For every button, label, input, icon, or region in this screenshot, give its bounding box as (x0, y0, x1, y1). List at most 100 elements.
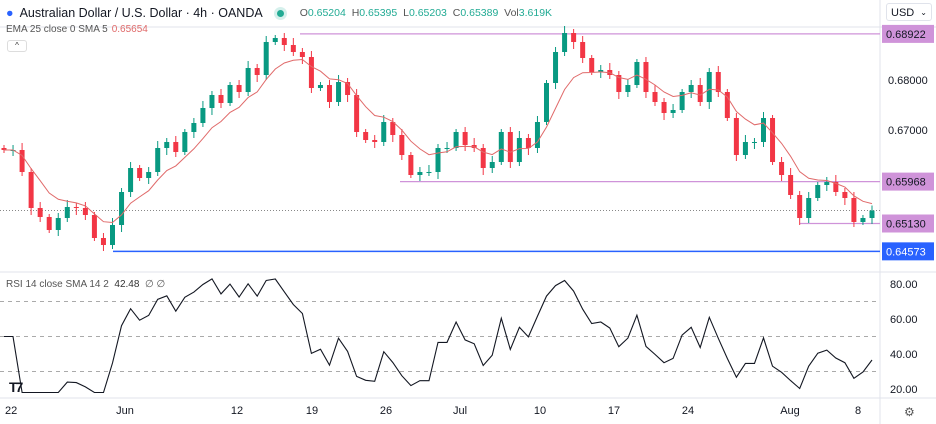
candle-body (299, 52, 305, 57)
candle-body (634, 62, 640, 85)
candle-body (19, 150, 25, 172)
candle-body (417, 172, 423, 175)
candle-body (73, 207, 79, 208)
candle-body (354, 95, 360, 132)
candle-body (553, 52, 559, 83)
candle-body (562, 33, 568, 52)
candle-body (715, 72, 721, 92)
candle-body (489, 162, 495, 168)
candle-body (851, 198, 857, 222)
rsi-tick-label: 60.00 (890, 314, 918, 326)
candle-body (797, 195, 803, 218)
candle-body (661, 102, 667, 113)
candle-body (236, 85, 242, 92)
candle-body (182, 132, 188, 152)
price-level-label: 0.65130 (886, 219, 926, 231)
ohlc-readout: O0.65204 H0.65395 L0.65203 C0.65389 Vol3… (299, 7, 553, 19)
candle-body (137, 168, 143, 178)
candle-body (444, 148, 450, 149)
candle-body (218, 95, 224, 103)
candle-body (544, 83, 549, 122)
candle-body (788, 175, 794, 195)
tradingview-logo[interactable]: T7 (9, 379, 23, 395)
rsi-tick-label: 20.00 (890, 384, 918, 396)
candle-body (64, 207, 70, 218)
candle-body (779, 162, 785, 175)
candle-body (28, 172, 34, 208)
candle-body (110, 225, 115, 245)
candle-body (453, 132, 459, 148)
time-tick-label: 22 (5, 405, 17, 417)
chart-header: ● Australian Dollar / U.S. Dollar · 4h ·… (6, 6, 552, 20)
rsi-tick-label: 40.00 (890, 349, 918, 361)
candle-body (507, 132, 513, 162)
price-level-label: 0.64573 (886, 246, 926, 258)
symbol-title[interactable]: Australian Dollar / U.S. Dollar · 4h · O… (20, 6, 263, 20)
candle-body (860, 218, 866, 222)
candle-body (91, 215, 97, 238)
candle-body (770, 118, 776, 162)
candle-body (824, 182, 830, 185)
time-tick-label: 24 (682, 405, 694, 417)
candle-body (742, 142, 748, 155)
price-level-label: 0.68922 (886, 29, 926, 41)
candle-body (254, 68, 260, 75)
market-open-icon (276, 9, 284, 17)
time-tick-label: Jul (453, 405, 467, 417)
candle-body (462, 132, 468, 145)
candle-body (191, 123, 197, 132)
time-tick-label: Aug (780, 405, 800, 417)
aud-usd-flag-icon: ● (6, 6, 14, 20)
candle-body (408, 155, 414, 175)
candle-body (245, 68, 251, 92)
time-tick-label: Jun (116, 405, 134, 417)
rsi-line (4, 278, 873, 394)
candle-body (281, 38, 287, 45)
price-tick-label: 0.68000 (888, 75, 928, 87)
candle-body (372, 140, 378, 142)
price-chart[interactable]: 0.68000 0.67000 80.00 60.00 40.00 20.00 22 Jun 1… (0, 0, 936, 424)
gear-icon[interactable]: ⚙ (904, 405, 915, 419)
candle-body (806, 198, 812, 218)
candle-body (263, 42, 269, 75)
ema-legend[interactable]: EMA 25 close 0 SMA 5 0.65654 (6, 24, 148, 35)
candle-body (55, 218, 61, 230)
candle-body (290, 45, 296, 52)
candle-body (571, 33, 577, 42)
ema-value: 0.65654 (111, 24, 148, 35)
candle-body (435, 148, 441, 172)
candle-body (308, 57, 314, 88)
candle-body (209, 95, 215, 108)
candle-body (842, 192, 848, 198)
candle-body (327, 85, 332, 102)
price-level-label: 0.65968 (886, 177, 926, 189)
candle-body (706, 72, 712, 102)
price-tick-label: 0.67000 (888, 125, 928, 137)
chevron-up-icon[interactable]: ^ (7, 40, 27, 52)
candle-body (146, 172, 152, 178)
candle-body (589, 58, 595, 72)
candle-body (525, 138, 531, 148)
ema-line (4, 58, 873, 224)
candle-body (37, 208, 43, 217)
candle-body (815, 185, 821, 198)
candle-body (652, 92, 658, 102)
candle-body (155, 148, 161, 172)
rsi-legend[interactable]: RSI 14 close SMA 14 2 42.48 ∅ ∅ (6, 279, 165, 290)
chevron-down-icon: ⌄ (920, 8, 927, 17)
candle-body (46, 217, 52, 230)
rsi-tick-label: 80.00 (890, 279, 918, 291)
time-tick-label: 17 (608, 405, 620, 417)
candle-body (227, 85, 233, 103)
candle-body (426, 172, 432, 173)
candle-body (580, 42, 586, 58)
candle-body (200, 108, 206, 123)
candle-body (128, 168, 134, 192)
candle-body (164, 142, 170, 148)
candle-body (498, 132, 504, 162)
currency-dropdown[interactable]: USD ⌄ (886, 3, 932, 21)
candle-body (643, 62, 649, 92)
rsi-value: 42.48 (114, 279, 140, 290)
candle-body (625, 85, 631, 92)
candle-body (119, 192, 125, 225)
